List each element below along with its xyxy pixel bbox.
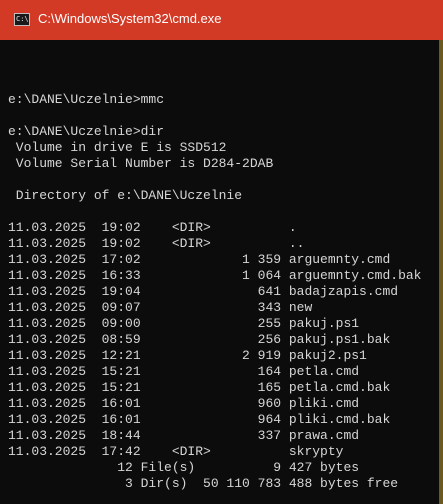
- console-line: 11.03.2025 09:00 255 pakuj.ps1: [8, 316, 360, 331]
- console-line: 11.03.2025 15:21 164 petla.cmd: [8, 364, 360, 379]
- console-line: Volume in drive E is SSD512: [8, 140, 227, 155]
- console-line: 3 Dir(s) 50 110 783 488 bytes free: [8, 476, 399, 491]
- console-line: 11.03.2025 19:04 641 badajzapis.cmd: [8, 284, 399, 299]
- window-edge: [439, 40, 443, 504]
- console-line: 11.03.2025 12:21 2 919 pakuj2.ps1: [8, 348, 367, 363]
- console-line: Directory of e:\DANE\Uczelnie: [8, 188, 243, 203]
- console-line: 11.03.2025 15:21 165 petla.cmd.bak: [8, 380, 391, 395]
- cmd-icon[interactable]: C:\: [14, 13, 30, 26]
- console-line: 11.03.2025 17:42 <DIR> skrypty: [8, 444, 344, 459]
- console-line: 11.03.2025 08:59 256 pakuj.ps1.bak: [8, 332, 391, 347]
- console-output[interactable]: e:\DANE\Uczelnie>mmc e:\DANE\Uczelnie>dir…: [0, 44, 443, 504]
- console-line: 11.03.2025 16:01 964 pliki.cmd.bak: [8, 412, 391, 427]
- console-line: Volume Serial Number is D284-2DAB: [8, 156, 274, 171]
- cmd-window: C:\ C:\Windows\System32\cmd.exe e:\DANE\…: [0, 0, 443, 504]
- window-title: C:\Windows\System32\cmd.exe: [38, 11, 222, 26]
- console-line: 11.03.2025 09:07 343 new: [8, 300, 313, 315]
- console-line: 11.03.2025 18:44 337 prawa.cmd: [8, 428, 360, 443]
- console-line: 11.03.2025 17:02 1 359 arguemnty.cmd: [8, 252, 391, 267]
- console-line: 11.03.2025 16:33 1 064 arguemnty.cmd.bak: [8, 268, 422, 283]
- console-line: 11.03.2025 16:01 960 pliki.cmd: [8, 396, 360, 411]
- console-line: 11.03.2025 19:02 <DIR> ..: [8, 236, 305, 251]
- console-line: e:\DANE\Uczelnie>mmc: [8, 92, 165, 107]
- title-bar[interactable]: C:\ C:\Windows\System32\cmd.exe: [0, 0, 443, 40]
- console-line: 12 File(s) 9 427 bytes: [8, 460, 360, 475]
- console-line: 11.03.2025 19:02 <DIR> .: [8, 220, 297, 235]
- console-line: e:\DANE\Uczelnie>dir: [8, 124, 165, 139]
